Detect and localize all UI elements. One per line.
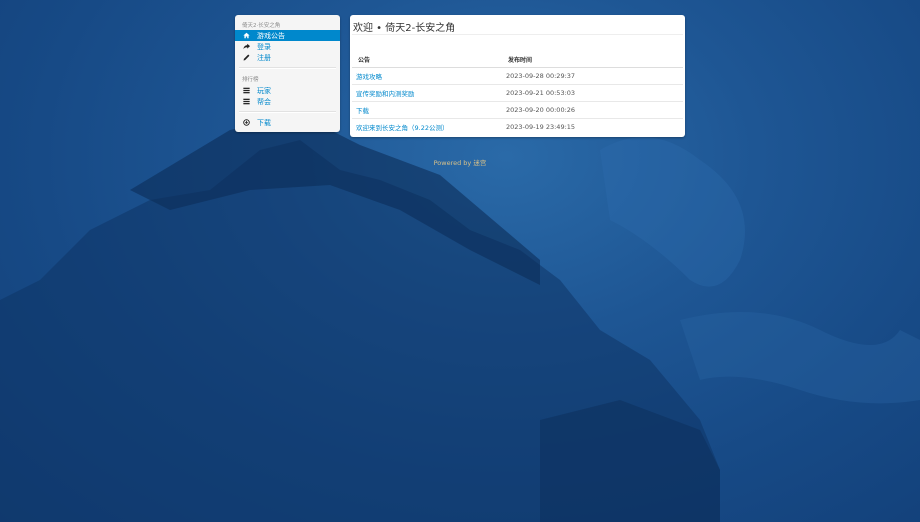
publish-time: 2023-09-28 00:29:37 [506, 72, 576, 80]
table-row: 宣传奖励和内测奖励 2023-09-21 00:53:03 [352, 84, 683, 102]
table-row: 游戏攻略 2023-09-28 00:29:37 [352, 68, 683, 85]
column-header-announcement: 公告 [352, 51, 502, 68]
publish-time: 2023-09-20 00:00:26 [502, 101, 683, 119]
nav-divider [239, 67, 336, 69]
title-divider [352, 34, 683, 35]
footer: Powered by 迷宫 [0, 157, 920, 167]
sidebar-item-players[interactable]: 玩家 [235, 85, 340, 96]
download-circle-icon [241, 119, 251, 126]
sidebar-item-register[interactable]: 注册 [235, 52, 340, 63]
publish-time: 2023-09-19 23:49:15 [502, 118, 683, 135]
list-icon [241, 98, 251, 105]
announcements-table: 公告 发布时间 游戏攻略 2023-09-28 00:29:37 宣传奖励和内测… [352, 51, 683, 135]
nav-header-game: 倚天2·长安之角 [242, 23, 281, 29]
sidebar-item-download[interactable]: 下载 [235, 117, 340, 128]
announcements-panel: 欢迎 • 倚天2-长安之角 公告 发布时间 游戏攻略 2023-09-28 00… [350, 15, 685, 137]
footer-prefix: Powered by [433, 159, 472, 167]
announcement-link[interactable]: 下载 [352, 101, 502, 119]
sidebar-item-label: 下载 [257, 118, 271, 127]
sidebar-item-announcements[interactable]: 游戏公告 [235, 30, 340, 41]
sidebar-item-label: 注册 [257, 53, 271, 62]
sidebar-item-label: 游戏公告 [257, 31, 285, 40]
footer-author-link[interactable]: 迷宫 [473, 159, 486, 167]
list-icon [241, 87, 251, 94]
share-arrow-icon [241, 43, 251, 50]
column-header-publish-time: 发布时间 [502, 51, 683, 68]
nav-header-rank: 排行榜 [242, 77, 259, 83]
pencil-icon [241, 54, 251, 61]
sidebar-nav: 倚天2·长安之角 游戏公告 登录 注册 排行榜 玩家 帮会 下载 [235, 15, 340, 132]
sidebar-item-label: 登录 [257, 42, 271, 51]
home-icon [241, 32, 251, 39]
table-row: 下载 2023-09-20 00:00:26 [352, 101, 683, 119]
table-row: 欢迎来到长安之角（9.22公测） 2023-09-19 23:49:15 [352, 118, 683, 135]
announcement-link[interactable]: 游戏攻略 [352, 68, 502, 85]
sidebar-item-login[interactable]: 登录 [235, 41, 340, 52]
sidebar-item-guilds[interactable]: 帮会 [235, 96, 340, 107]
publish-time: 2023-09-21 00:53:03 [502, 84, 683, 102]
announcement-link[interactable]: 宣传奖励和内测奖励 [352, 84, 502, 102]
sidebar-item-label: 帮会 [257, 97, 271, 106]
table-header-row: 公告 发布时间 [352, 51, 683, 68]
page-title: 欢迎 • 倚天2-长安之角 [353, 23, 456, 34]
nav-divider [239, 111, 336, 113]
sidebar-item-label: 玩家 [257, 86, 271, 95]
announcement-link[interactable]: 欢迎来到长安之角（9.22公测） [352, 118, 502, 135]
